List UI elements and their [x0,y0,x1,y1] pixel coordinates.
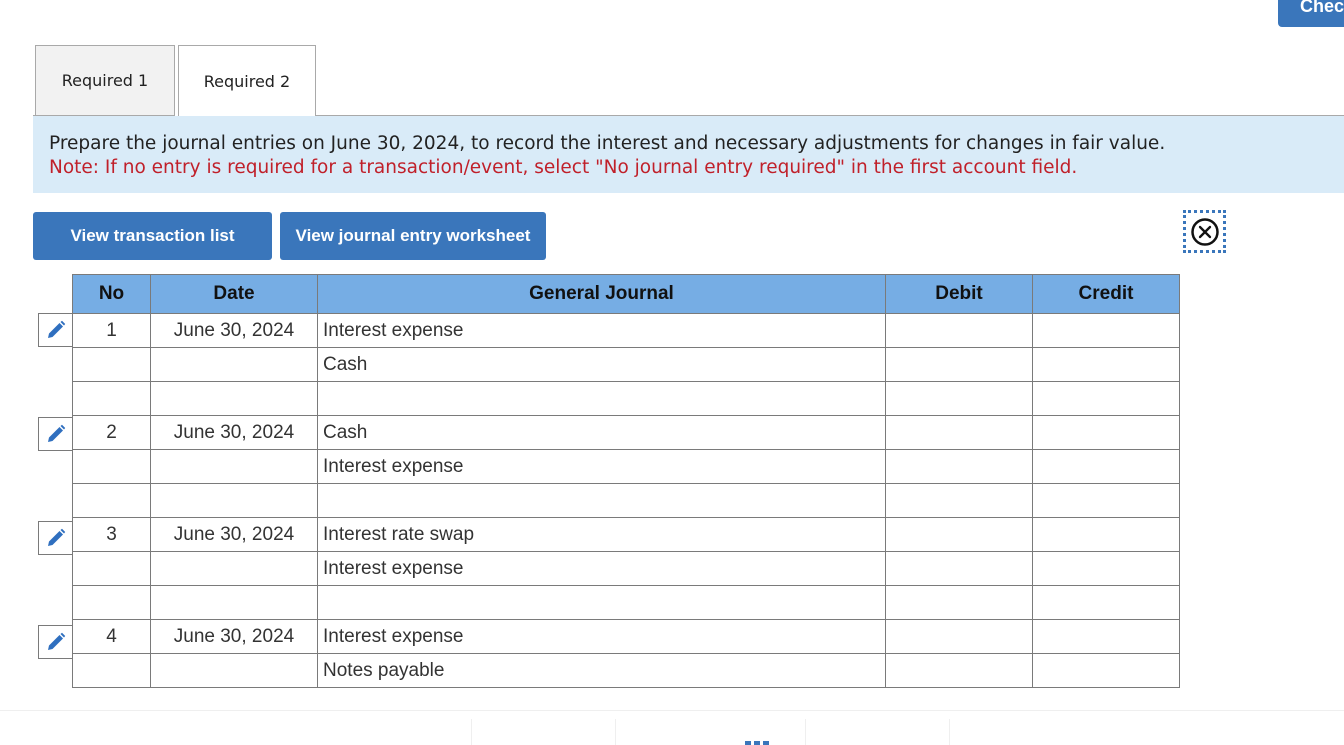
pencil-icon [48,424,66,442]
instructions-panel: Prepare the journal entries on June 30, … [33,116,1344,193]
table-row: 1 June 30, 2024 Interest expense [72,313,1180,348]
cell-account[interactable]: Notes payable [317,653,886,688]
table-header-row: No Date General Journal Debit Credit [72,274,1180,314]
cell-date [150,653,318,688]
header-credit: Credit [1032,274,1180,314]
cell-date [150,347,318,382]
cell-credit[interactable] [1032,619,1180,654]
instructions-note: Note: If no entry is required for a tran… [49,157,1078,178]
cell-account[interactable]: Cash [317,415,886,450]
view-journal-entry-worksheet-button[interactable]: View journal entry worksheet [280,212,546,260]
cell-debit[interactable] [885,653,1033,688]
cell-date: June 30, 2024 [150,313,318,348]
cell-debit[interactable] [885,619,1033,654]
table-row: Cash [72,347,1180,382]
header-general-journal: General Journal [317,274,886,314]
cell-no: 4 [72,619,151,654]
table-row: 3 June 30, 2024 Interest rate swap [72,517,1180,552]
edit-entry-1-button[interactable] [38,313,73,347]
edit-entry-4-button[interactable] [38,625,73,659]
cell-debit[interactable] [885,347,1033,382]
check-button[interactable]: Check [1278,0,1344,27]
cell-account[interactable]: Interest expense [317,313,886,348]
footer-separator [615,719,616,745]
cell-credit[interactable] [1032,585,1180,620]
cell-no [72,551,151,586]
cell-no [72,347,151,382]
cell-account[interactable] [317,483,886,518]
cell-debit[interactable] [885,585,1033,620]
cell-credit[interactable] [1032,381,1180,416]
cell-date: June 30, 2024 [150,619,318,654]
table-row: 4 June 30, 2024 Interest expense [72,619,1180,654]
cell-date [150,449,318,484]
table-row: Interest expense [72,551,1180,586]
cell-no [72,653,151,688]
tab-required-2[interactable]: Required 2 [178,45,316,117]
table-row [72,483,1180,518]
cell-date [150,551,318,586]
cell-account[interactable]: Interest expense [317,619,886,654]
table-row [72,585,1180,620]
footer-separator [949,719,950,745]
cell-no [72,483,151,518]
header-debit: Debit [885,274,1033,314]
cell-credit[interactable] [1032,483,1180,518]
header-no: No [72,274,151,314]
cell-account[interactable]: Cash [317,347,886,382]
cell-no: 1 [72,313,151,348]
header-date: Date [150,274,318,314]
cell-debit[interactable] [885,551,1033,586]
cell-account[interactable]: Interest rate swap [317,517,886,552]
cell-debit[interactable] [885,415,1033,450]
cell-no [72,449,151,484]
view-transaction-list-button[interactable]: View transaction list [33,212,272,260]
cell-credit[interactable] [1032,313,1180,348]
cell-account[interactable]: Interest expense [317,449,886,484]
edit-entry-2-button[interactable] [38,417,73,451]
cell-no: 3 [72,517,151,552]
cell-account[interactable] [317,585,886,620]
close-button[interactable] [1183,210,1226,253]
cell-no [72,585,151,620]
pencil-icon [48,320,66,338]
tab-required-1[interactable]: Required 1 [35,45,175,116]
cell-date: June 30, 2024 [150,415,318,450]
pencil-icon [48,632,66,650]
footer-separator [805,719,806,745]
cell-date: June 30, 2024 [150,517,318,552]
cell-debit[interactable] [885,313,1033,348]
journal-table: No Date General Journal Debit Credit 1 Ju… [72,274,1180,688]
cell-account[interactable] [317,381,886,416]
cell-date [150,381,318,416]
cell-credit[interactable] [1032,415,1180,450]
instructions-text: Prepare the journal entries on June 30, … [49,133,1166,154]
cell-credit[interactable] [1032,449,1180,484]
pagination-grid-icon[interactable] [745,741,769,745]
pencil-icon [48,528,66,546]
cell-date [150,585,318,620]
footer-divider [0,710,1344,711]
cell-debit[interactable] [885,483,1033,518]
cell-debit[interactable] [885,517,1033,552]
edit-entry-3-button[interactable] [38,521,73,555]
cell-no [72,381,151,416]
cell-credit[interactable] [1032,551,1180,586]
cell-credit[interactable] [1032,517,1180,552]
cell-credit[interactable] [1032,347,1180,382]
cell-date [150,483,318,518]
cell-account[interactable]: Interest expense [317,551,886,586]
cell-credit[interactable] [1032,653,1180,688]
table-row: Notes payable [72,653,1180,688]
cell-no: 2 [72,415,151,450]
footer-separator [471,719,472,745]
table-row: 2 June 30, 2024 Cash [72,415,1180,450]
table-row: Interest expense [72,449,1180,484]
cell-debit[interactable] [885,449,1033,484]
cell-debit[interactable] [885,381,1033,416]
table-row [72,381,1180,416]
close-circle-icon [1190,217,1219,246]
